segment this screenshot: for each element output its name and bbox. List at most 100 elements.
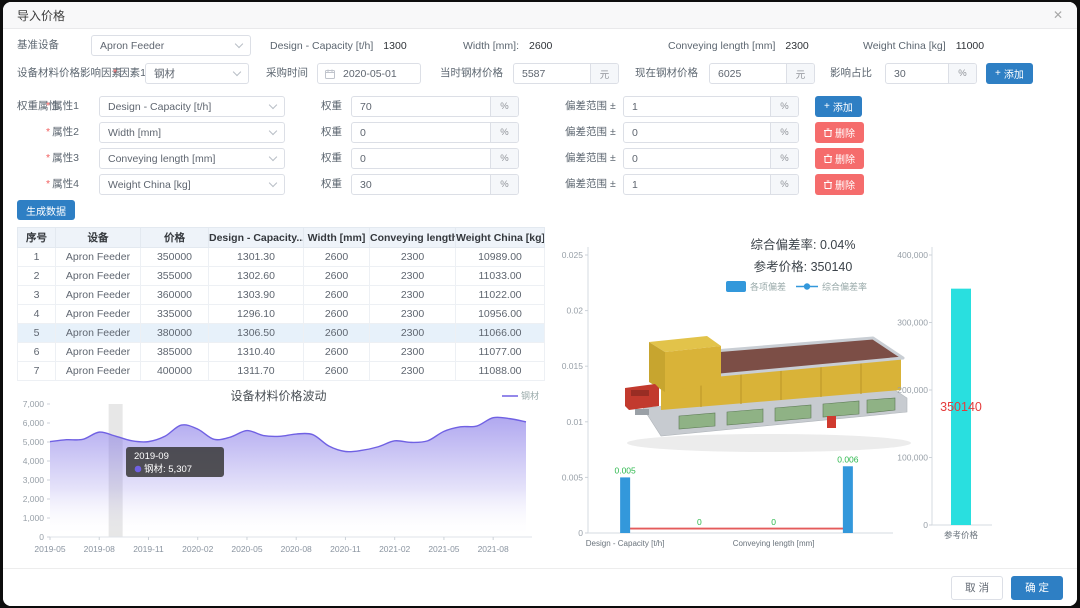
deviation-value[interactable] bbox=[624, 123, 770, 142]
close-icon[interactable]: ✕ bbox=[1053, 9, 1063, 21]
factor1-select[interactable]: 钢材 bbox=[145, 63, 249, 84]
purchase-date-value[interactable] bbox=[335, 64, 420, 83]
svg-text:2,000: 2,000 bbox=[23, 494, 45, 504]
add-factor-button[interactable]: + 添加 bbox=[986, 63, 1033, 84]
delete-attribute-button[interactable]: 删除 bbox=[815, 174, 864, 195]
svg-text:综合偏差率: 0.04%: 综合偏差率: 0.04% bbox=[751, 237, 856, 252]
table-cell: 3 bbox=[17, 285, 56, 305]
svg-text:钢材: 钢材 bbox=[521, 390, 539, 401]
table-row[interactable]: 5 Apron Feeder 380000 1306.50 2600 2300 11066.… bbox=[17, 323, 545, 343]
plusminus-label: ± bbox=[610, 100, 616, 112]
weight-input[interactable]: % bbox=[351, 174, 519, 195]
weight-input[interactable]: % bbox=[351, 122, 519, 143]
deviation-value[interactable] bbox=[624, 175, 770, 194]
deviation-value[interactable] bbox=[624, 97, 770, 116]
spec-label: Design - Capacity [t/h] bbox=[270, 39, 374, 52]
svg-text:5,000: 5,000 bbox=[23, 437, 45, 447]
table-cell: 2600 bbox=[303, 285, 370, 305]
table-cell: 11033.00 bbox=[455, 266, 545, 286]
svg-text:6,000: 6,000 bbox=[23, 418, 45, 428]
table-cell: 2600 bbox=[303, 342, 370, 362]
svg-text:2019-08: 2019-08 bbox=[84, 544, 115, 554]
trash-icon bbox=[824, 154, 832, 163]
attribute-value: Width [mm] bbox=[108, 126, 162, 139]
deviation-range-label: 偏差范围 bbox=[565, 178, 607, 190]
table-cell: 1310.40 bbox=[208, 342, 304, 362]
deviation-input[interactable]: % bbox=[623, 174, 799, 195]
delete-attribute-button[interactable]: 删除 bbox=[815, 122, 864, 143]
svg-text:2020-11: 2020-11 bbox=[330, 544, 361, 554]
table-cell: 1 bbox=[17, 247, 56, 267]
attribute-select[interactable]: Conveying length [mm] bbox=[99, 148, 285, 169]
weight-attribute-row: *属性2 Width [mm] 权重% 偏差范围±% 删除 bbox=[3, 122, 1077, 143]
spec-pair: Weight China [kg] 11000 bbox=[863, 35, 984, 56]
weight-attribute-row: *属性1 Design - Capacity [t/h] 权重% 偏差范围±% +添加 bbox=[3, 96, 1077, 117]
deviation-input[interactable]: % bbox=[623, 122, 799, 143]
factor-section-label: 设备材料价格影响因素 bbox=[17, 67, 122, 79]
confirm-button[interactable]: 确 定 bbox=[1011, 575, 1063, 600]
deviation-input[interactable]: % bbox=[623, 148, 799, 169]
percent-unit: % bbox=[948, 64, 976, 83]
table-row[interactable]: 2 Apron Feeder 355000 1302.60 2600 2300 11033.… bbox=[17, 266, 545, 286]
table-column-header: Design - Capacity... bbox=[208, 227, 304, 248]
weight-value[interactable] bbox=[352, 97, 490, 116]
base-equipment-label: 基准设备 bbox=[17, 39, 59, 51]
base-equipment-select[interactable]: Apron Feeder bbox=[91, 35, 251, 56]
attribute-select[interactable]: Weight China [kg] bbox=[99, 174, 285, 195]
dialog-header: 导入价格 ✕ bbox=[3, 2, 1077, 29]
percent-unit: % bbox=[770, 175, 798, 194]
impact-input[interactable]: % bbox=[885, 63, 977, 84]
purchase-date-input[interactable] bbox=[317, 63, 421, 84]
svg-text:200,000: 200,000 bbox=[897, 385, 928, 395]
required-asterisk: * bbox=[46, 100, 51, 112]
weight-value[interactable] bbox=[352, 175, 490, 194]
percent-unit: % bbox=[490, 149, 518, 168]
weight-value[interactable] bbox=[352, 123, 490, 142]
table-cell: 2300 bbox=[369, 285, 456, 305]
table-row[interactable]: 1 Apron Feeder 350000 1301.30 2600 2300 10989.… bbox=[17, 247, 545, 267]
weight-label: 权重 bbox=[321, 178, 342, 190]
then-price-input[interactable]: 元 bbox=[513, 63, 619, 84]
factor1-value: 钢材 bbox=[154, 68, 175, 80]
weight-input[interactable]: % bbox=[351, 96, 519, 117]
weight-input[interactable]: % bbox=[351, 148, 519, 169]
then-price-value[interactable] bbox=[514, 64, 590, 83]
impact-value[interactable] bbox=[886, 64, 948, 83]
plus-icon: + bbox=[995, 68, 1001, 79]
chevron-down-icon bbox=[268, 100, 278, 110]
import-price-dialog: 导入价格 ✕ 基准设备 Apron Feeder Design - Capaci… bbox=[3, 2, 1077, 606]
table-row[interactable]: 6 Apron Feeder 385000 1310.40 2600 2300 11077.… bbox=[17, 342, 545, 362]
reference-price-bar-chart[interactable]: 0 100,000 200,000 300,000 400,000 350140 参考价格 bbox=[869, 217, 1074, 565]
deviation-input[interactable]: % bbox=[623, 96, 799, 117]
svg-text:钢材: 5,307: 钢材: 5,307 bbox=[144, 463, 192, 475]
now-price-value[interactable] bbox=[710, 64, 786, 83]
table-row[interactable]: 7 Apron Feeder 400000 1311.70 2600 2300 11088.… bbox=[17, 361, 545, 381]
delete-attribute-button[interactable]: 删除 bbox=[815, 148, 864, 169]
deviation-value[interactable] bbox=[624, 149, 770, 168]
attribute-select[interactable]: Width [mm] bbox=[99, 122, 285, 143]
deviation-range-label: 偏差范围 bbox=[565, 100, 607, 112]
attribute-select[interactable]: Design - Capacity [t/h] bbox=[99, 96, 285, 117]
table-cell: 5 bbox=[17, 323, 56, 343]
now-price-input[interactable]: 元 bbox=[709, 63, 815, 84]
table-row[interactable]: 4 Apron Feeder 335000 1296.10 2600 2300 10956.… bbox=[17, 304, 545, 324]
table-cell: 1303.90 bbox=[208, 285, 304, 305]
table-cell: 11022.00 bbox=[455, 285, 545, 305]
then-price-label: 当时钢材价格 bbox=[440, 67, 503, 79]
table-cell: 400000 bbox=[140, 361, 209, 381]
cancel-button[interactable]: 取 消 bbox=[951, 575, 1004, 600]
svg-text:参考价格: 参考价格 bbox=[944, 530, 979, 540]
table-row[interactable]: 3 Apron Feeder 360000 1303.90 2600 2300 11022.… bbox=[17, 285, 545, 305]
svg-text:400,000: 400,000 bbox=[897, 250, 928, 260]
add-attribute-button[interactable]: + 添加 bbox=[815, 96, 862, 117]
spec-value: 2300 bbox=[785, 39, 809, 52]
material-price-line-chart[interactable]: 0 1,000 2,000 3,000 4,000 5,000 6,000 7,000 2019… bbox=[13, 386, 544, 559]
spec-label: Width [mm]: bbox=[463, 39, 520, 52]
attribute-label: * 属性4 bbox=[46, 178, 79, 190]
table-cell: 4 bbox=[17, 304, 56, 324]
weight-value[interactable] bbox=[352, 149, 490, 168]
generate-data-button[interactable]: 生成数据 bbox=[17, 200, 75, 220]
svg-text:2021-05: 2021-05 bbox=[428, 544, 459, 554]
svg-text:0.005: 0.005 bbox=[614, 465, 636, 475]
svg-text:3,000: 3,000 bbox=[23, 475, 45, 485]
